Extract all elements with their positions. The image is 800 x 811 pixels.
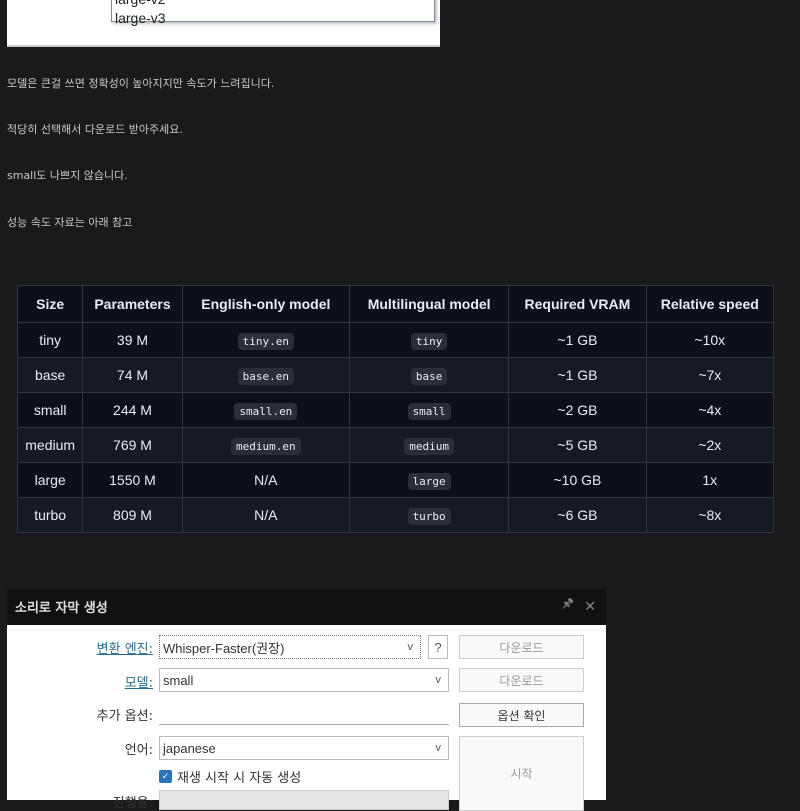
column-header: Parameters [82,285,183,323]
dropdown-option[interactable]: large-v3 [112,9,434,28]
table-cell: 74 M [82,357,183,393]
table-cell: small.en [181,392,350,428]
column-header: Multilingual model [348,285,510,323]
checkbox-checked-icon: ✓ [159,770,172,783]
table-cell: 39 M [82,322,183,358]
paragraph: small도 나쁘지 않습니다. [7,169,128,182]
table-cell: large [16,462,84,498]
table-cell: tiny.en [181,322,350,358]
table-cell: medium [16,427,84,463]
table-cell: ~10 GB [508,462,647,498]
options-label: 추가 옵션: [96,709,153,724]
table-cell: base [348,357,510,393]
table-cell: turbo [348,497,510,533]
model-code: small.en [234,403,298,420]
table-cell: ~8x [645,497,775,533]
dialog-body: 변환 엔진: Whisper-Faster(권장) v ? 다운로드 모델: sm… [7,625,606,811]
table-cell: ~1 GB [508,322,647,358]
table-cell: ~7x [645,357,775,393]
download-engine-button[interactable]: 다운로드 [459,635,584,659]
chevron-down-icon: v [435,742,442,754]
table-cell: tiny [16,322,84,358]
table-cell: ~1 GB [508,357,647,393]
table-cell: 769 M [82,427,183,463]
progress-bar [159,790,449,810]
column-header: Size [16,285,84,323]
column-header: English-only model [181,285,350,323]
table-row: turbo 809 M N/A turbo ~6 GB ~8x [16,497,775,533]
dialog-title: 소리로 자막 생성 [15,601,108,616]
table-cell: base [16,357,84,393]
table-cell: large [348,462,510,498]
table-cell: base.en [181,357,350,393]
model-dropdown-list[interactable]: large-v2 large-v3 [111,0,435,26]
table-cell: 244 M [82,392,183,428]
paragraph: 적당히 선택해서 다운로드 받아주세요. [7,123,183,136]
model-code: tiny [410,333,448,350]
table-cell: ~2 GB [508,392,647,428]
model-code: small [407,403,451,420]
table-row: medium 769 Mmedium.en medium ~5 GB ~2x [16,427,775,463]
model-value: small [163,672,194,688]
table-cell: 1x [645,462,775,498]
table-header-row: Size Parameters English-only model Multilin… [16,285,775,323]
model-code: turbo [407,508,451,525]
model-label[interactable]: 모델: [125,672,153,691]
close-icon[interactable]: ✕ [584,599,596,615]
table-cell: 809 M [82,497,183,533]
paragraph: 모델은 큰걸 쓰면 정확성이 높아지지만 속도가 느려집니다. [7,77,275,90]
engine-label[interactable]: 변환 엔진: [97,638,153,657]
pin-icon[interactable]: 📌 [562,599,574,615]
table-cell: small [348,392,510,428]
table-cell: ~6 GB [508,497,647,533]
chevron-down-icon: v [435,674,442,686]
table-row: large 1550 M N/A large ~10 GB 1x [16,462,775,498]
column-header: Required VRAM [508,285,647,323]
table-cell: ~5 GB [508,427,647,463]
dialog-titlebar: 소리로 자막 생성 📌 ✕ [7,589,606,624]
model-code: large [407,473,451,490]
table-cell: medium [348,427,510,463]
engine-value: Whisper-Faster(권장) [163,640,285,656]
language-label: 언어: [124,743,153,758]
model-code: tiny.en [237,333,294,350]
chevron-down-icon: v [407,641,414,653]
model-list-box: large-v2 large-v3 [7,0,440,47]
table-cell: small [16,392,84,428]
dropdown-option[interactable]: large-v2 [112,0,434,9]
table-row: tiny 39 Mtiny.en tiny ~1 GB ~10x [16,322,775,358]
model-table: Size Parameters English-only model Multilin… [16,285,775,533]
column-header: Relative speed [645,285,775,323]
table-cell: ~4x [645,392,775,428]
options-input[interactable] [159,701,449,725]
help-button[interactable]: ? [428,635,448,659]
autostart-checkbox[interactable]: ✓ 재생 시작 시 자동 생성 [159,767,301,786]
model-select[interactable]: small v [159,668,449,692]
model-code: medium.en [231,438,301,455]
table-cell: tiny [348,322,510,358]
check-options-button[interactable]: 옵션 확인 [459,703,584,727]
table-row: small 244 Msmall.en small ~2 GB ~4x [16,392,775,428]
paragraph: 성능 속도 자료는 아래 참고 [7,216,133,229]
table-cell: 1550 M [82,462,183,498]
language-value: japanese [163,740,216,756]
engine-select[interactable]: Whisper-Faster(권장) v [159,635,421,659]
table-cell: medium.en [181,427,350,463]
table-cell: ~2x [645,427,775,463]
progress-label: 진행율: [112,796,153,811]
table-cell: ~10x [645,322,775,358]
table-row: base 74 Mbase.en base ~1 GB ~7x [16,357,775,393]
model-code: medium [404,438,454,455]
table-cell: N/A [181,462,350,498]
subtitle-dialog: 소리로 자막 생성 📌 ✕ 변환 엔진: Whisper-Faster(권장) v… [7,589,606,811]
language-select[interactable]: japanese v [159,736,449,760]
table-cell: turbo [16,497,84,533]
autostart-label: 재생 시작 시 자동 생성 [177,771,302,786]
download-model-button[interactable]: 다운로드 [459,668,584,692]
table-cell: N/A [181,497,350,533]
model-code: base [410,368,448,385]
model-code: base.en [237,368,294,385]
